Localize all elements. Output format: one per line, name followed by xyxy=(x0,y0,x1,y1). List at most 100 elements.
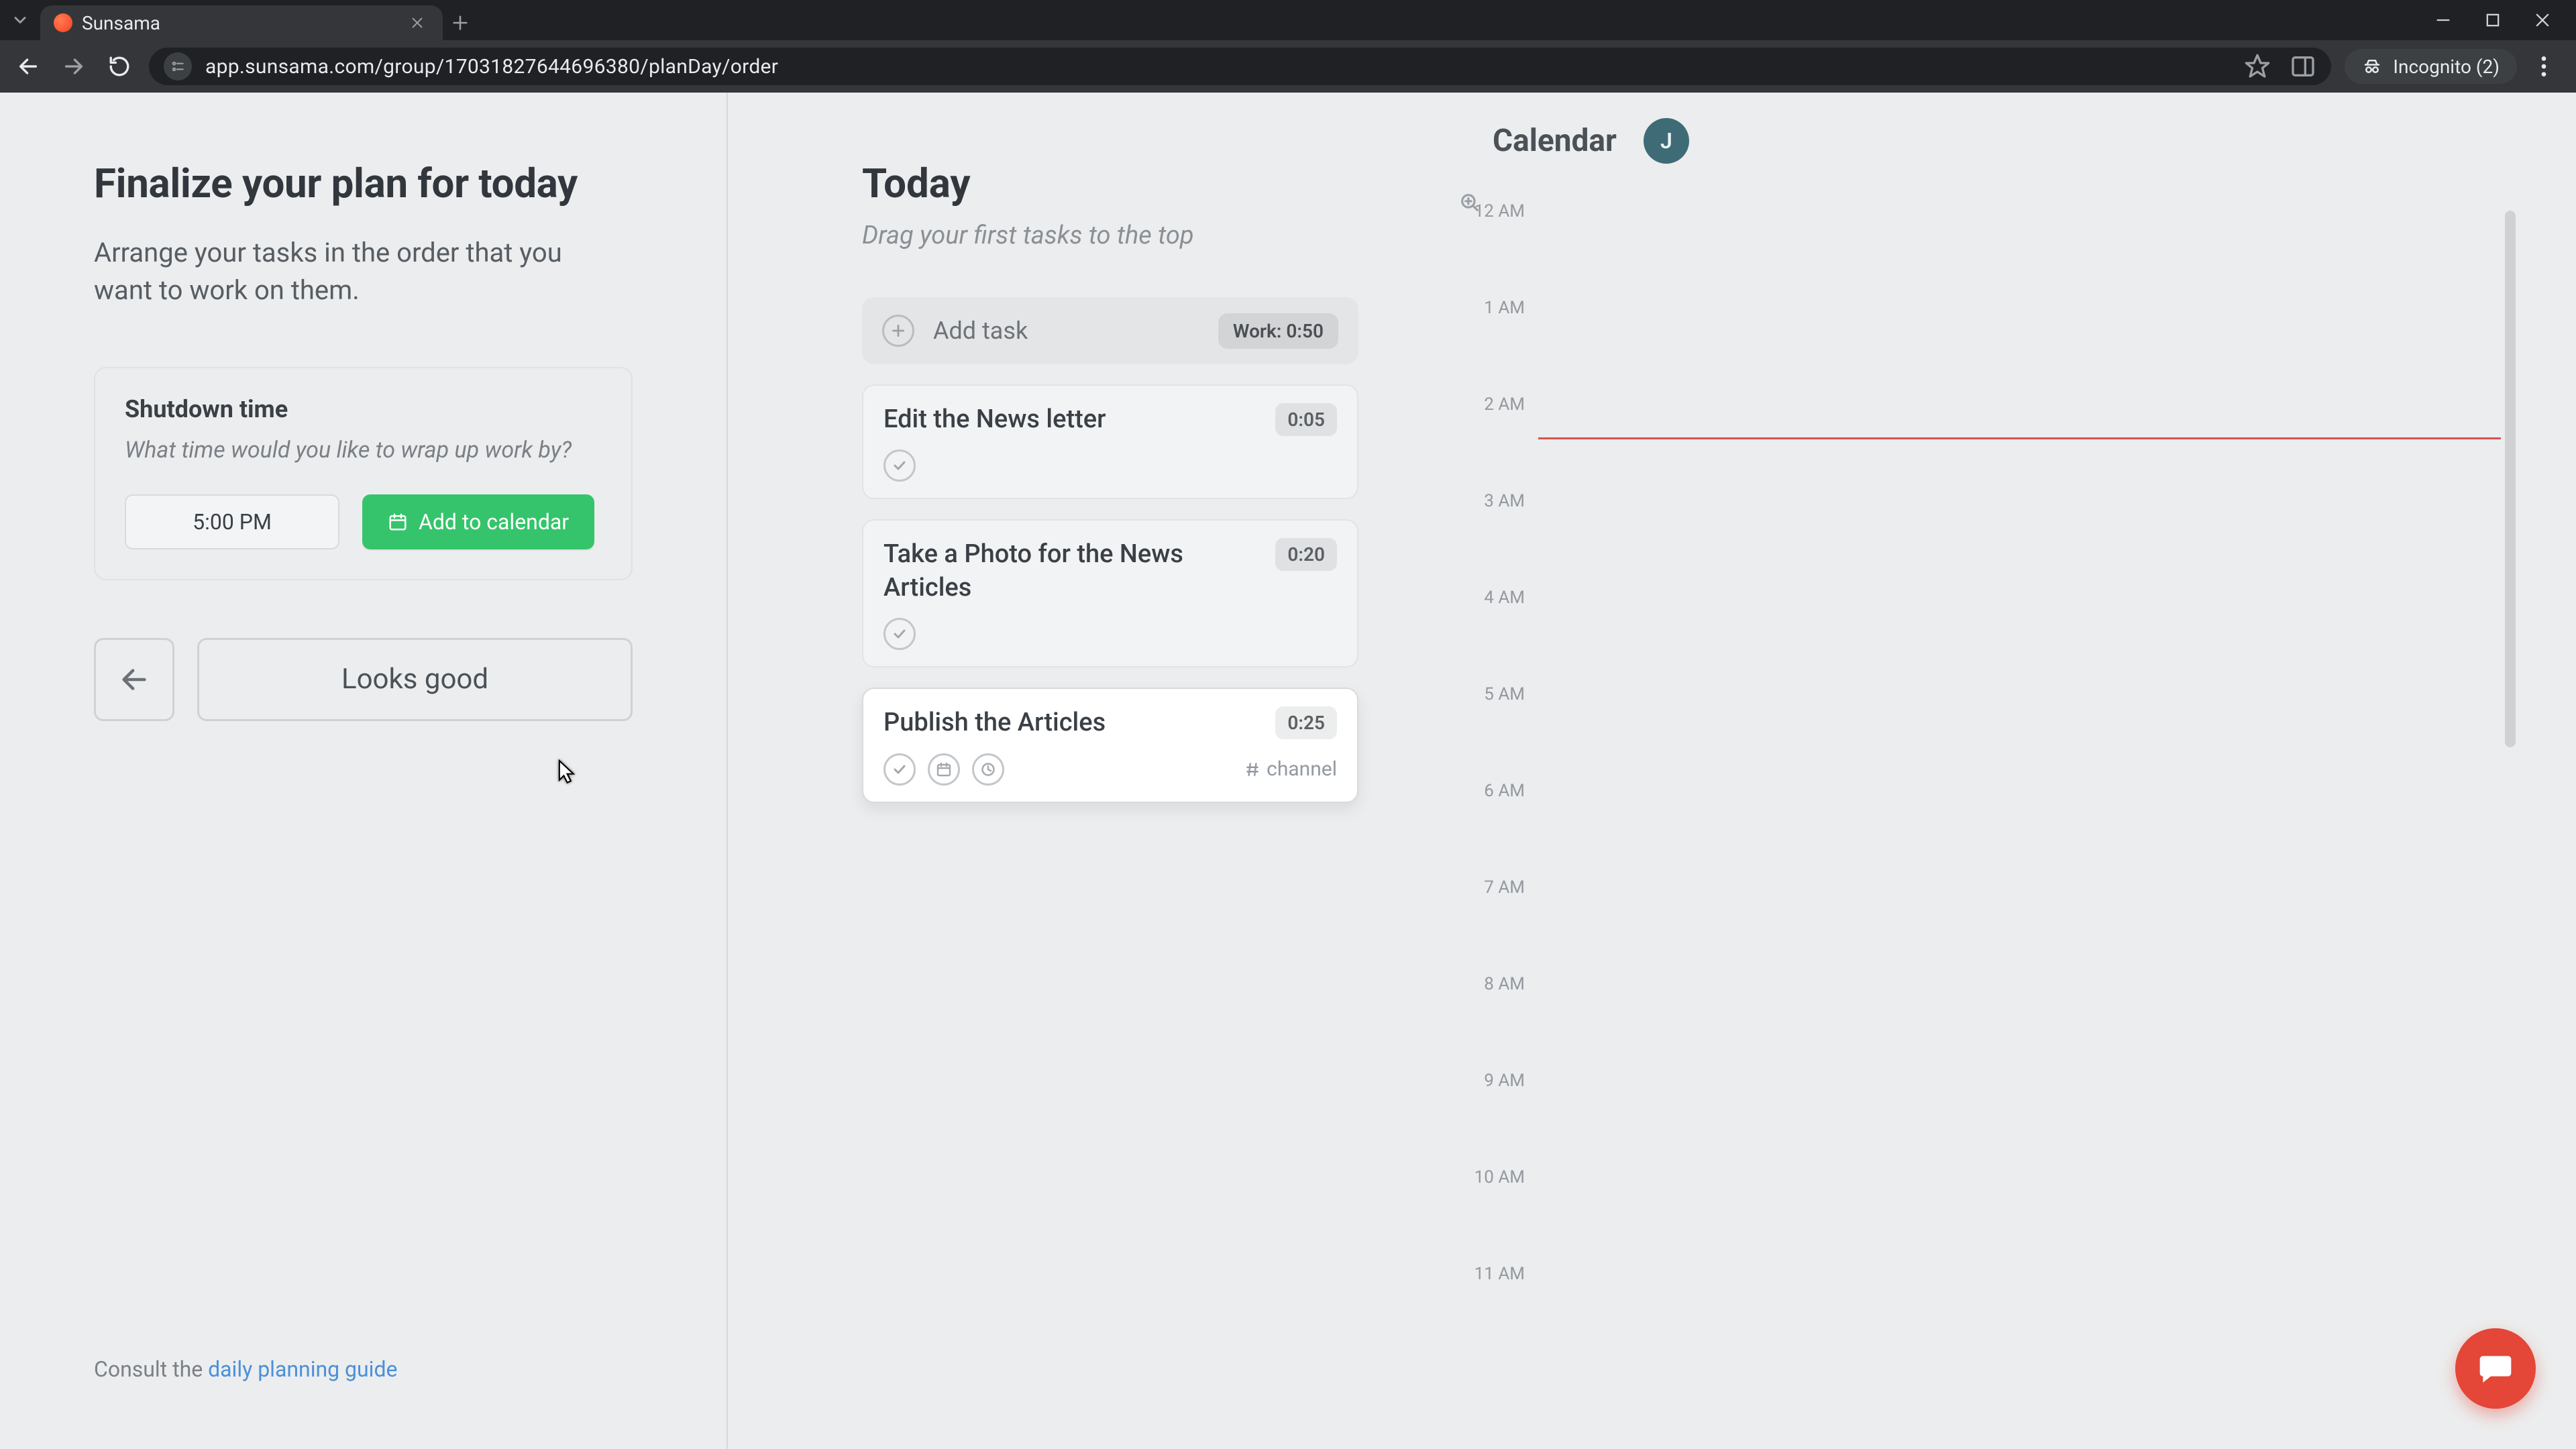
looks-good-button[interactable]: Looks good xyxy=(197,638,633,721)
task-card[interactable]: Publish the Articles 0:25 channel xyxy=(862,688,1358,802)
calendar-hour-row[interactable]: 2 AM xyxy=(1451,404,2516,500)
task-card[interactable]: Edit the News letter 0:05 xyxy=(862,384,1358,499)
today-heading: Today xyxy=(862,160,1358,207)
calendar-icon xyxy=(388,512,408,532)
calendar-hour-row[interactable]: 3 AM xyxy=(1451,500,2516,597)
user-avatar[interactable]: J xyxy=(1644,118,1689,164)
plan-back-button[interactable] xyxy=(94,638,174,721)
add-task-input[interactable]: Add task Work: 0:50 xyxy=(862,297,1358,364)
incognito-indicator[interactable]: Incognito (2) xyxy=(2345,49,2517,84)
page-title: Finalize your plan for today xyxy=(94,160,633,207)
incognito-label: Incognito (2) xyxy=(2393,56,2500,78)
site-settings-icon[interactable] xyxy=(164,52,192,80)
current-time-indicator xyxy=(1538,437,2501,439)
looks-good-label: Looks good xyxy=(341,663,488,696)
task-duration-pill[interactable]: 0:20 xyxy=(1275,538,1337,571)
window-close-button[interactable] xyxy=(2532,9,2553,31)
incognito-icon xyxy=(2362,56,2382,76)
browser-tab-active[interactable]: Sunsama xyxy=(40,5,443,40)
today-column: Today Drag your first tasks to the top A… xyxy=(728,93,1399,1449)
task-title: Edit the News letter xyxy=(883,403,1262,436)
tab-close-button[interactable] xyxy=(408,13,427,32)
nav-forward-button[interactable] xyxy=(58,50,90,83)
shutdown-time-value: 5:00 PM xyxy=(193,509,272,535)
task-title: Take a Photo for the News Articles xyxy=(883,538,1262,604)
hour-label: 12 AM xyxy=(1451,201,1525,221)
calendar-panel: Calendar J 12 AM1 AM2 AM3 AM4 AM5 AM6 AM… xyxy=(1399,93,2576,1449)
window-minimize-button[interactable] xyxy=(2432,9,2454,31)
task-complete-toggle[interactable] xyxy=(883,753,916,786)
hour-label: 1 AM xyxy=(1451,298,1525,318)
add-task-placeholder: Add task xyxy=(933,317,1199,345)
calendar-grid[interactable]: 12 AM1 AM2 AM3 AM4 AM5 AM6 AM7 AM8 AM9 A… xyxy=(1451,184,2516,1338)
url-text: app.sunsama.com/group/17031827644696380/… xyxy=(205,55,2231,78)
shutdown-card: Shutdown time What time would you like t… xyxy=(94,367,633,580)
task-channel-tag[interactable]: channel xyxy=(1244,757,1337,781)
hour-label: 4 AM xyxy=(1451,588,1525,608)
chat-icon xyxy=(2477,1350,2514,1387)
bookmark-star-icon[interactable] xyxy=(2244,53,2271,80)
calendar-hour-row[interactable]: 11 AM xyxy=(1451,1273,2516,1338)
calendar-hour-row[interactable]: 7 AM xyxy=(1451,887,2516,983)
window-maximize-button[interactable] xyxy=(2482,9,2504,31)
task-list: Add task Work: 0:50 Edit the News letter… xyxy=(862,297,1358,803)
work-total-pill: Work: 0:50 xyxy=(1218,313,1338,349)
shutdown-prompt: What time would you like to wrap up work… xyxy=(125,435,602,466)
task-card[interactable]: Take a Photo for the News Articles 0:20 xyxy=(862,519,1358,667)
new-tab-button[interactable] xyxy=(443,5,478,40)
browser-menu-button[interactable] xyxy=(2530,53,2557,80)
shutdown-time-input[interactable]: 5:00 PM xyxy=(125,494,339,549)
calendar-hour-row[interactable]: 5 AM xyxy=(1451,694,2516,790)
footer-prefix: Consult the xyxy=(94,1356,208,1382)
task-complete-toggle[interactable] xyxy=(883,449,916,482)
add-to-calendar-label: Add to calendar xyxy=(419,509,569,535)
calendar-hour-row[interactable]: 12 AM xyxy=(1451,211,2516,307)
hour-label: 5 AM xyxy=(1451,684,1525,704)
plan-sidebar: Finalize your plan for today Arrange you… xyxy=(0,93,728,1449)
tab-title: Sunsama xyxy=(82,12,398,34)
task-duration-pill[interactable]: 0:05 xyxy=(1275,403,1337,436)
calendar-hour-row[interactable]: 9 AM xyxy=(1451,1080,2516,1177)
sunsama-favicon xyxy=(54,13,72,32)
calendar-hour-row[interactable]: 1 AM xyxy=(1451,307,2516,404)
task-title: Publish the Articles xyxy=(883,706,1262,739)
browser-toolbar: app.sunsama.com/group/17031827644696380/… xyxy=(0,40,2576,93)
nav-reload-button[interactable] xyxy=(103,50,136,83)
browser-titlebar: Sunsama xyxy=(0,0,2576,40)
arrow-left-icon xyxy=(119,664,150,695)
hour-label: 6 AM xyxy=(1451,781,1525,801)
app-viewport: Finalize your plan for today Arrange you… xyxy=(0,93,2576,1449)
page-subtitle: Arrange your tasks in the order that you… xyxy=(94,234,617,309)
calendar-hour-row[interactable]: 10 AM xyxy=(1451,1177,2516,1273)
today-subheading: Drag your first tasks to the top xyxy=(862,221,1358,250)
calendar-hour-row[interactable]: 4 AM xyxy=(1451,597,2516,694)
help-chat-button[interactable] xyxy=(2455,1328,2536,1409)
hour-label: 3 AM xyxy=(1451,491,1525,511)
task-duration-pill[interactable]: 0:25 xyxy=(1275,706,1337,739)
hour-label: 2 AM xyxy=(1451,394,1525,415)
address-bar[interactable]: app.sunsama.com/group/17031827644696380/… xyxy=(149,48,2331,85)
hash-icon xyxy=(1244,761,1261,778)
task-time-button[interactable] xyxy=(972,753,1004,786)
side-panel-icon[interactable] xyxy=(2290,53,2316,80)
hour-label: 8 AM xyxy=(1451,974,1525,994)
calendar-hour-row[interactable]: 6 AM xyxy=(1451,790,2516,887)
footer-hint: Consult the daily planning guide xyxy=(94,1356,633,1409)
task-schedule-button[interactable] xyxy=(928,753,960,786)
calendar-hour-row[interactable]: 8 AM xyxy=(1451,983,2516,1080)
window-controls xyxy=(2432,0,2576,40)
hour-label: 9 AM xyxy=(1451,1071,1525,1091)
avatar-initial: J xyxy=(1660,128,1672,154)
planning-guide-link[interactable]: daily planning guide xyxy=(208,1356,397,1382)
nav-back-button[interactable] xyxy=(12,50,44,83)
task-channel-label: channel xyxy=(1267,757,1337,781)
tab-search-dropdown[interactable] xyxy=(0,0,40,40)
hour-label: 11 AM xyxy=(1451,1264,1525,1284)
shutdown-heading: Shutdown time xyxy=(125,395,602,423)
plus-icon xyxy=(882,315,914,347)
calendar-scrollbar[interactable] xyxy=(2505,211,2516,747)
task-complete-toggle[interactable] xyxy=(883,618,916,650)
add-to-calendar-button[interactable]: Add to calendar xyxy=(362,494,594,549)
hour-label: 10 AM xyxy=(1451,1167,1525,1187)
hour-label: 7 AM xyxy=(1451,877,1525,898)
